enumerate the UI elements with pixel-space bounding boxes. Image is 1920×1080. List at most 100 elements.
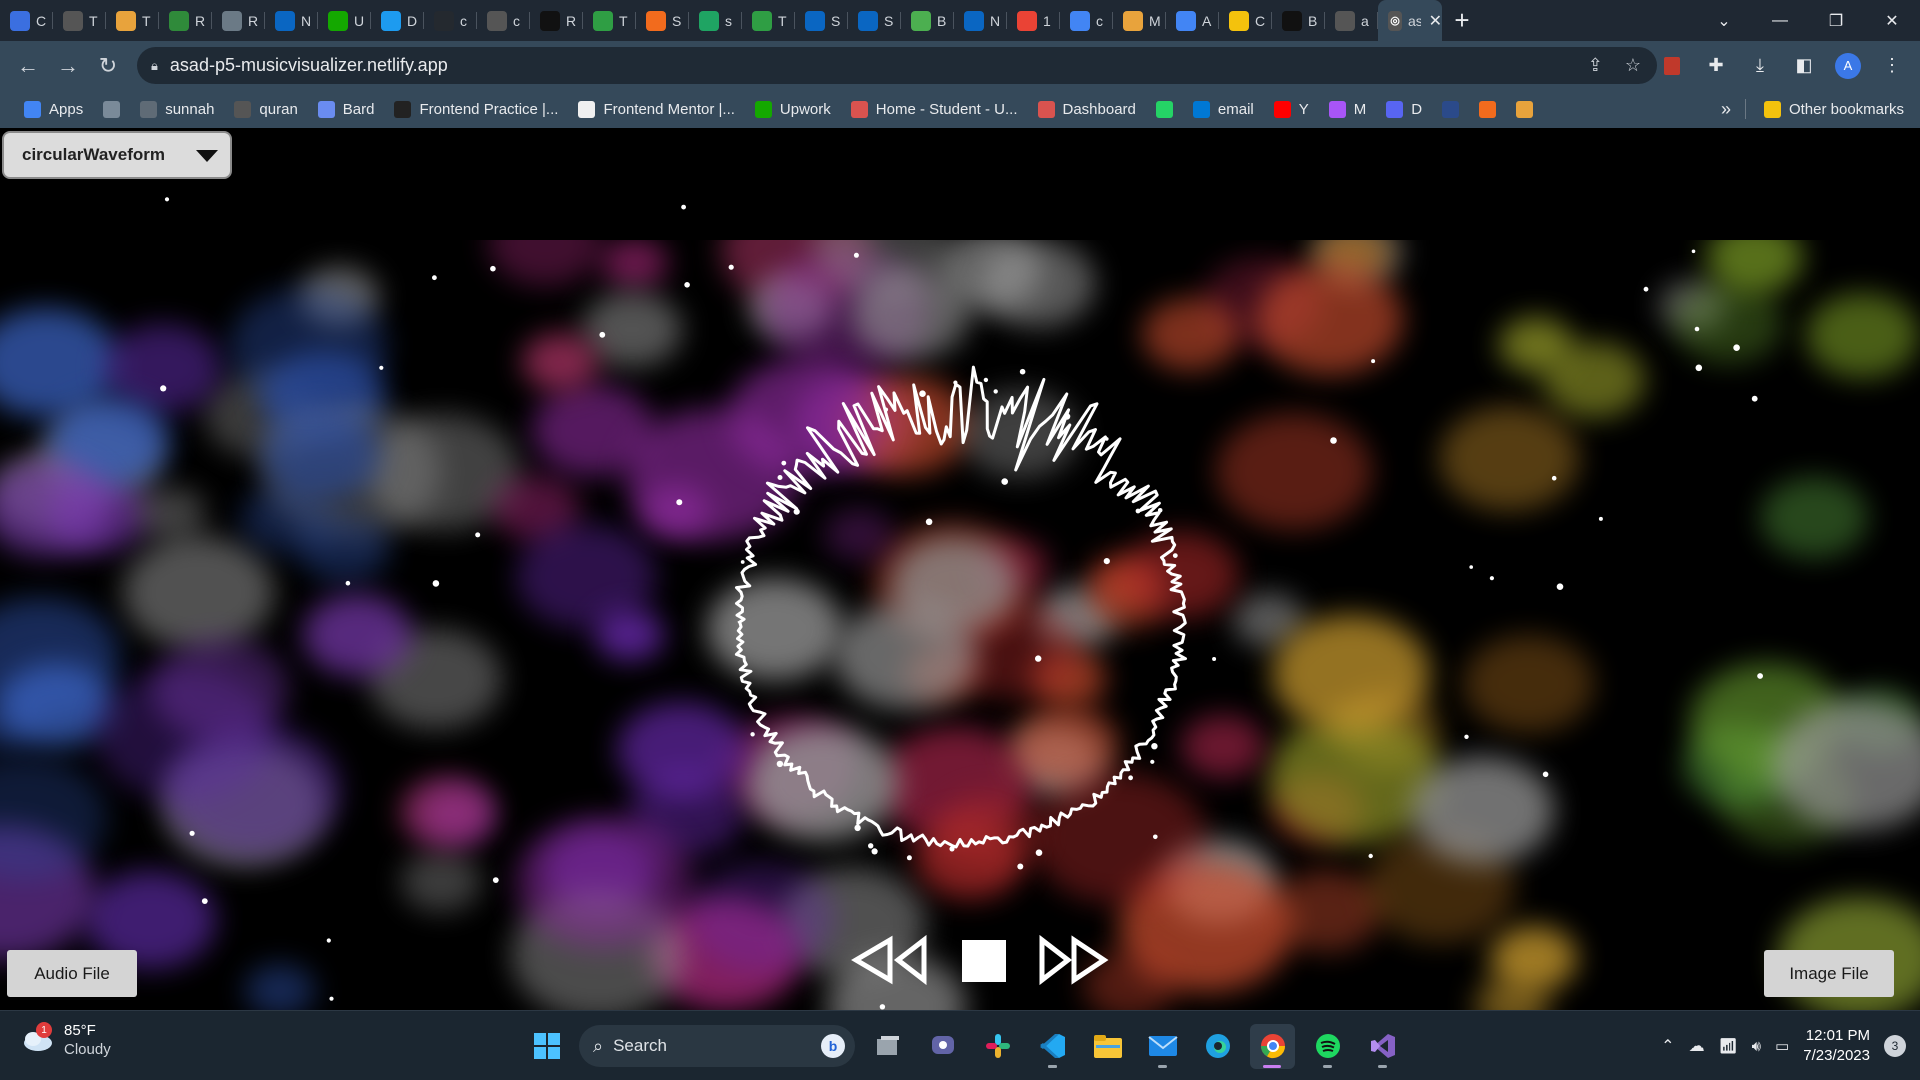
fast-forward-icon[interactable] <box>1039 934 1109 986</box>
audio-file-button[interactable]: Audio File <box>7 950 137 997</box>
browser-tab[interactable]: c <box>424 0 477 41</box>
particle <box>728 264 734 270</box>
forward-button[interactable]: → <box>48 46 88 86</box>
browser-tab[interactable]: R <box>212 0 265 41</box>
back-button[interactable]: ← <box>8 46 48 86</box>
browser-tab[interactable]: S <box>795 0 848 41</box>
bookmark-item[interactable] <box>1469 94 1506 124</box>
bookmark-item[interactable]: Home - Student - U... <box>841 94 1028 124</box>
linkedin-icon <box>275 10 295 31</box>
mail-icon[interactable] <box>1140 1024 1185 1069</box>
browser-tab[interactable]: a <box>1325 0 1378 41</box>
browser-tab[interactable]: T <box>106 0 159 41</box>
rewind-icon[interactable] <box>851 934 927 986</box>
clock[interactable]: 12:01 PM 7/23/2023 <box>1803 1026 1870 1066</box>
url-text[interactable]: asad-p5-musicvisualizer.netlify.app <box>170 55 448 76</box>
browser-tab[interactable]: B <box>901 0 954 41</box>
volume-icon[interactable]: 🔊︎ <box>1752 1038 1761 1055</box>
onedrive-icon[interactable]: ☁ <box>1689 1036 1705 1056</box>
new-tab-button[interactable]: + <box>1442 0 1482 41</box>
other-bookmarks[interactable]: Other bookmarks <box>1760 94 1908 124</box>
bookmark-item[interactable]: Upwork <box>745 94 841 124</box>
reload-button[interactable]: ↻ <box>88 46 128 86</box>
browser-tab[interactable]: D <box>371 0 424 41</box>
browser-tab[interactable]: T <box>53 0 106 41</box>
browser-tab[interactable]: N <box>265 0 318 41</box>
share-icon[interactable]: ⇪ <box>1588 55 1603 76</box>
bookmark-item[interactable]: quran <box>224 94 307 124</box>
browser-tab[interactable]: C <box>1219 0 1272 41</box>
tab-search-icon[interactable]: ⌄ <box>1696 0 1752 41</box>
bookmark-item[interactable] <box>1506 94 1543 124</box>
close-tab-icon[interactable]: ✕ <box>1429 11 1442 31</box>
bookmark-item[interactable]: sunnah <box>130 94 224 124</box>
browser-tab[interactable]: c <box>1060 0 1113 41</box>
browser-tab[interactable]: C <box>0 0 53 41</box>
more-bookmarks-chevron[interactable]: » <box>1721 99 1731 120</box>
address-bar[interactable]: 🔒︎ asad-p5-musicvisualizer.netlify.app ⇪… <box>137 47 1657 84</box>
chevron-up-icon[interactable]: ⌃ <box>1661 1036 1674 1056</box>
file-explorer-icon[interactable] <box>1085 1024 1130 1069</box>
px-icon <box>752 10 772 31</box>
menu-kebab-icon[interactable]: ⋮ <box>1872 46 1912 86</box>
restore-button[interactable]: ❐ <box>1808 0 1864 41</box>
weather-widget[interactable]: 1 85°F Cloudy <box>20 1021 111 1059</box>
avatar[interactable]: A <box>1835 52 1861 79</box>
task-view-icon[interactable] <box>865 1024 910 1069</box>
bookmark-item[interactable]: email <box>1183 94 1264 124</box>
bookmark-item[interactable]: Y <box>1264 94 1319 124</box>
slack-icon[interactable] <box>975 1024 1020 1069</box>
browser-tab[interactable]: T <box>742 0 795 41</box>
browser-tab[interactable]: N <box>954 0 1007 41</box>
lock-icon[interactable]: 🔒︎ <box>151 58 158 74</box>
tab-title: M <box>1149 12 1161 29</box>
browser-tab[interactable]: T <box>583 0 636 41</box>
weather-badge: 1 <box>36 1022 52 1038</box>
bookmark-item[interactable]: Dashboard <box>1028 94 1146 124</box>
extensions-puzzle-icon[interactable]: ✚ <box>1696 46 1736 86</box>
browser-tab[interactable]: s <box>689 0 742 41</box>
minimize-button[interactable]: — <box>1752 0 1808 41</box>
teams-icon[interactable] <box>920 1024 965 1069</box>
bookmark-item[interactable] <box>93 94 130 124</box>
browser-tab[interactable]: R <box>530 0 583 41</box>
taskbar-search[interactable]: ⌕ Search b <box>579 1025 855 1067</box>
vscode-icon[interactable] <box>1030 1024 1075 1069</box>
browser-tab[interactable]: S <box>848 0 901 41</box>
bookmark-item[interactable]: Apps <box>14 94 93 124</box>
bookmark-item[interactable]: Bard <box>308 94 385 124</box>
bookmark-star-icon[interactable]: ☆ <box>1625 55 1641 76</box>
bookmark-item[interactable] <box>1432 94 1469 124</box>
browser-tab[interactable]: c <box>477 0 530 41</box>
visual-studio-icon[interactable] <box>1360 1024 1405 1069</box>
stop-icon[interactable] <box>962 940 1006 982</box>
browser-tab[interactable]: 1 <box>1007 0 1060 41</box>
chrome-icon[interactable] <box>1250 1023 1295 1069</box>
download-icon[interactable]: ⤓ <box>1740 46 1780 86</box>
wifi-icon[interactable]: 📶︎ <box>1719 1037 1738 1055</box>
active-tab[interactable]: ◎ as ✕ <box>1378 0 1442 41</box>
image-file-button[interactable]: Image File <box>1764 950 1894 997</box>
bookmark-item[interactable] <box>1146 94 1183 124</box>
bookmark-item[interactable]: Frontend Practice |... <box>384 94 568 124</box>
bookmark-item[interactable]: D <box>1376 94 1432 124</box>
battery-icon[interactable]: ▭ <box>1775 1037 1789 1055</box>
close-window-button[interactable]: ✕ <box>1864 0 1920 41</box>
windows-start-icon[interactable] <box>524 1024 569 1069</box>
mode-select[interactable]: circularWaveform <box>2 131 232 179</box>
side-panel-icon[interactable]: ◧ <box>1784 46 1824 86</box>
browser-tab[interactable]: M <box>1113 0 1166 41</box>
browser-tab[interactable]: S <box>636 0 689 41</box>
browser-tab[interactable]: R <box>159 0 212 41</box>
whatsapp-icon <box>1155 100 1173 118</box>
browser-tab[interactable]: A <box>1166 0 1219 41</box>
browser-tab[interactable]: U <box>318 0 371 41</box>
edge-icon[interactable] <box>1195 1024 1240 1069</box>
bookmark-item[interactable]: M <box>1319 94 1377 124</box>
spotify-icon[interactable] <box>1305 1024 1350 1069</box>
extension-red-icon[interactable] <box>1652 46 1692 86</box>
profile-avatar[interactable]: A <box>1828 46 1868 86</box>
bookmark-item[interactable]: Frontend Mentor |... <box>568 94 744 124</box>
notification-badge[interactable]: 3 <box>1884 1035 1906 1057</box>
browser-tab[interactable]: B <box>1272 0 1325 41</box>
